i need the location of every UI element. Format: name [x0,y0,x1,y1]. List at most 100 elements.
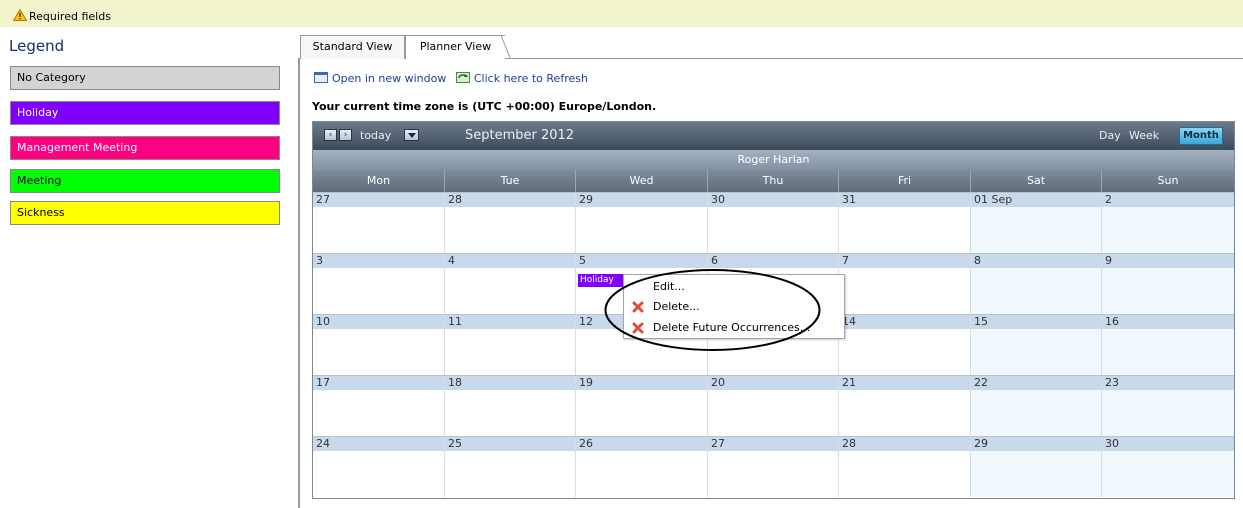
day-number-strip [839,375,970,390]
day-cell[interactable]: 2 [1102,192,1234,253]
day-cell[interactable]: 9 [1102,253,1234,314]
day-cell[interactable]: 25 [445,436,576,497]
chevron-right-icon: › [343,130,348,140]
required-fields-bar: Required fields [0,0,1243,27]
day-cell[interactable]: 10 [313,314,445,375]
day-number: 17 [316,376,330,389]
day-number: 29 [579,193,593,206]
week-row: 24 25 26 27 28 29 30 [313,436,1234,497]
day-cell[interactable]: 19 [576,375,708,436]
day-cell[interactable]: 28 [445,192,576,253]
day-cell[interactable]: 27 [708,436,839,497]
day-cell[interactable]: 31 [839,192,971,253]
day-cell[interactable]: 14 [839,314,971,375]
day-cell[interactable]: 29 [971,436,1102,497]
day-number: 11 [448,315,462,328]
day-number-strip [1102,436,1234,451]
prev-month-button[interactable]: ‹ [324,129,337,141]
open-new-window-link[interactable]: Open in new window [332,72,446,85]
tab-baseline [505,58,1243,59]
view-week-button[interactable]: Week [1129,129,1159,142]
day-number-strip [708,436,838,451]
day-number: 3 [316,254,323,267]
day-cell[interactable]: 7 [839,253,971,314]
refresh-link[interactable]: Click here to Refresh [474,72,588,85]
day-number: 28 [448,193,462,206]
link-row: Open in new window Click here to Refresh [314,72,594,86]
day-header: Mon [313,170,445,192]
week-divider [313,375,1234,376]
legend-item-holiday: Holiday [10,101,280,125]
required-fields-text: Required fields [29,10,111,23]
day-number: 21 [842,376,856,389]
day-number-strip [708,192,838,207]
day-number-strip [708,253,838,268]
day-cell[interactable]: 30 [1102,436,1234,497]
day-cell[interactable]: 3 [313,253,445,314]
week-row: 17 18 19 20 21 22 23 [313,375,1234,436]
day-cell[interactable]: 11 [445,314,576,375]
day-number: 8 [974,254,981,267]
day-number-strip [1102,375,1234,390]
day-cell[interactable]: 15 [971,314,1102,375]
annotation-ellipse [604,269,821,351]
day-cell[interactable]: 24 [313,436,445,497]
day-header: Tue [445,170,576,192]
day-number: 2 [1105,193,1112,206]
day-cell[interactable]: 23 [1102,375,1234,436]
day-cell[interactable]: 28 [839,436,971,497]
week-divider [313,192,1234,193]
day-number: 9 [1105,254,1112,267]
day-number-strip [1102,314,1234,329]
day-number: 31 [842,193,856,206]
day-number: 5 [579,254,586,267]
day-number-strip [1102,192,1234,207]
today-button[interactable]: today [360,129,391,142]
window-icon [314,72,328,83]
day-number: 6 [711,254,718,267]
day-number: 4 [448,254,455,267]
day-number-strip [708,375,838,390]
legend-item-sickness: Sickness [10,201,280,225]
day-number: 30 [711,193,725,206]
day-cell[interactable]: 29 [576,192,708,253]
day-header: Wed [576,170,708,192]
legend-item-management-meeting: Management Meeting [10,136,280,160]
day-number: 10 [316,315,330,328]
day-cell[interactable]: 4 [445,253,576,314]
day-number-strip [971,436,1101,451]
day-number-strip [839,253,970,268]
week-divider [313,436,1234,437]
day-number: 01 Sep [974,193,1013,206]
view-month-button[interactable]: Month [1179,127,1223,145]
day-number: 7 [842,254,849,267]
day-cell[interactable]: 27 [313,192,445,253]
day-cell[interactable]: 26 [576,436,708,497]
content-border [298,58,300,508]
day-number-strip [576,192,707,207]
tab-planner-view[interactable]: Planner View [405,35,505,59]
day-cell[interactable]: 16 [1102,314,1234,375]
warning-icon [13,9,27,21]
day-number-strip [445,192,575,207]
day-cell[interactable]: 17 [313,375,445,436]
day-cell[interactable]: 18 [445,375,576,436]
day-cell[interactable]: 30 [708,192,839,253]
day-number: 22 [974,376,988,389]
refresh-icon [455,72,470,83]
day-cell[interactable]: 8 [971,253,1102,314]
day-header-row: Mon Tue Wed Thu Fri Sat Sun [313,170,1234,192]
day-number-strip [445,314,575,329]
day-number: 26 [579,437,593,450]
day-number-strip [445,436,575,451]
day-number: 30 [1105,437,1119,450]
day-cell[interactable]: 22 [971,375,1102,436]
view-day-button[interactable]: Day [1099,129,1121,142]
next-month-button[interactable]: › [339,129,352,141]
week-divider [313,253,1234,254]
day-cell[interactable]: 20 [708,375,839,436]
day-cell[interactable]: 21 [839,375,971,436]
date-picker-dropdown[interactable] [404,129,419,141]
day-cell[interactable]: 01 Sep [971,192,1102,253]
tab-standard-view[interactable]: Standard View [300,35,405,59]
